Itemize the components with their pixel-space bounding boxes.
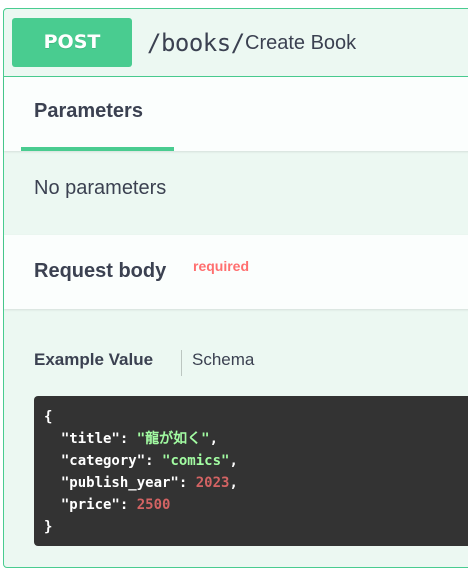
method-badge[interactable]: POST <box>12 18 132 67</box>
json-close-brace: } <box>44 519 53 535</box>
json-field-line: "price": 2500 <box>60 497 171 513</box>
example-json-code-block[interactable]: { "title": "龍が如く", "category": "comics",… <box>34 396 468 546</box>
json-comma: , <box>209 431 219 447</box>
json-value: "龍が如く" <box>136 431 210 447</box>
tab-example-value[interactable]: Example Value <box>34 350 153 370</box>
json-key: "title" <box>60 431 120 447</box>
operation-summary-text: Create Book <box>245 32 357 54</box>
operation-path[interactable]: /books/ <box>147 23 245 63</box>
operation-block-post-books: POST /books/ Create Book Parameters No p… <box>3 8 468 568</box>
json-value: 2500 <box>136 497 171 513</box>
request-body-title: Request body <box>34 260 167 282</box>
json-fields: "title": "龍が如く", "category": "comics", "… <box>44 431 238 513</box>
tab-divider <box>181 350 182 376</box>
parameters-section-header: Parameters <box>4 77 468 151</box>
json-value: "comics" <box>162 453 230 469</box>
json-comma: , <box>229 453 238 469</box>
json-value: 2023 <box>195 475 230 491</box>
operation-summary[interactable]: POST /books/ Create Book <box>4 9 468 77</box>
tab-active-indicator <box>21 147 174 151</box>
json-open-brace: { <box>44 409 53 425</box>
tab-parameters[interactable]: Parameters <box>21 77 174 151</box>
json-key: "category" <box>60 453 146 469</box>
json-key: "price" <box>60 497 120 513</box>
json-comma: , <box>229 475 238 491</box>
request-body-header: Request body required <box>4 235 468 309</box>
json-field-line: "category": "comics", <box>60 453 238 469</box>
required-badge: required <box>193 258 250 274</box>
tab-parameters-label: Parameters <box>34 100 143 122</box>
json-key: "publish_year" <box>60 475 179 491</box>
no-parameters-text: No parameters <box>34 177 167 199</box>
json-field-line: "publish_year": 2023, <box>60 475 238 491</box>
tab-schema[interactable]: Schema <box>192 350 254 370</box>
json-field-line: "title": "龍が如く", <box>60 431 219 447</box>
